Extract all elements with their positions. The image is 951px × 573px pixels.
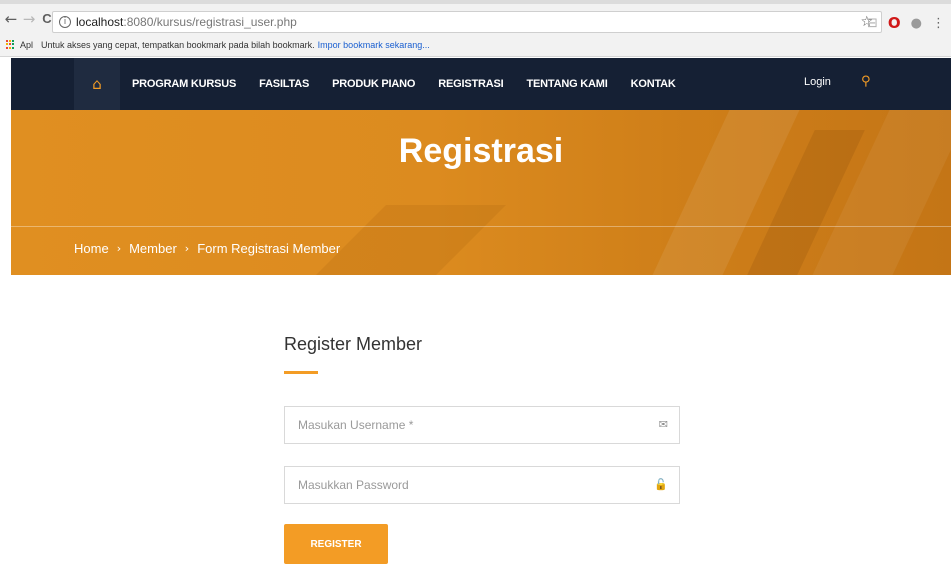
login-link[interactable]: Login	[804, 76, 831, 88]
bookmarks-hint-text: Untuk akses yang cepat, tempatkan bookma…	[41, 39, 315, 50]
username-input[interactable]	[298, 418, 638, 432]
title-underline	[284, 371, 318, 374]
extension-icons: ⊟ O ● ⋮	[867, 14, 945, 32]
menu-item-produk-piano[interactable]: PRODUK PIANO	[332, 78, 415, 90]
breadcrumb-separator-icon: ›	[116, 242, 122, 255]
url-host: localhost	[76, 15, 124, 29]
menu-item-kontak[interactable]: KONTAK	[631, 78, 676, 90]
register-button[interactable]: REGISTER	[284, 524, 388, 564]
password-input[interactable]	[298, 478, 638, 492]
breadcrumb: Home › Member › Form Registrasi Member	[74, 241, 340, 256]
breadcrumb-home[interactable]: Home	[74, 241, 109, 256]
site-navbar: ⌂ PROGRAM KURSUS FASILTAS PRODUK PIANO R…	[11, 58, 951, 110]
breadcrumb-member[interactable]: Member	[129, 241, 177, 256]
url-path: :8080/kursus/registrasi_user.php	[123, 15, 297, 29]
password-field[interactable]: 🔓	[284, 466, 680, 504]
address-bar[interactable]: i localhost :8080/kursus/registrasi_user…	[52, 11, 882, 33]
username-field[interactable]: ✉	[284, 406, 680, 444]
bookmark-apps-link[interactable]: Apl	[20, 40, 33, 50]
apps-icon[interactable]	[6, 39, 16, 50]
banner-divider	[11, 226, 951, 227]
menu-item-program-kursus[interactable]: PROGRAM KURSUS	[132, 78, 236, 90]
bookmarks-bar: Apl Untuk akses yang cepat, tempatkan bo…	[0, 33, 951, 57]
lock-icon: 🔓	[654, 478, 668, 491]
menu-item-tentang-kami[interactable]: TENTANG KAMI	[527, 78, 608, 90]
search-icon[interactable]: ⚲	[861, 74, 871, 89]
extension-icon[interactable]: ●	[911, 16, 922, 31]
page-banner: Registrasi Home › Member › Form Registra…	[11, 110, 951, 275]
browser-toolbar: ← → C i localhost :8080/kursus/registras…	[0, 0, 951, 33]
home-icon[interactable]: ⌂	[74, 58, 120, 110]
menu-item-registrasi[interactable]: REGISTRASI	[438, 78, 503, 90]
menu-item-fasilitas[interactable]: FASILTAS	[259, 78, 309, 90]
breadcrumb-current: Form Registrasi Member	[197, 241, 341, 256]
breadcrumb-separator-icon: ›	[184, 242, 190, 255]
mail-icon: ✉	[658, 418, 668, 431]
opera-extension-icon[interactable]: O	[888, 14, 901, 32]
form-title: Register Member	[284, 334, 423, 354]
info-icon[interactable]: i	[59, 16, 71, 28]
import-bookmarks-link[interactable]: Impor bookmark sekarang...	[318, 40, 430, 50]
menu-icon[interactable]: ⋮	[932, 16, 945, 31]
back-icon[interactable]: ←	[4, 9, 18, 29]
page-title: Registrasi	[398, 132, 564, 170]
main-menu: PROGRAM KURSUS FASILTAS PRODUK PIANO REG…	[132, 58, 699, 110]
extension-cast-icon[interactable]: ⊟	[867, 16, 878, 31]
banner-decoration	[316, 205, 506, 275]
forward-icon[interactable]: →	[22, 9, 36, 29]
